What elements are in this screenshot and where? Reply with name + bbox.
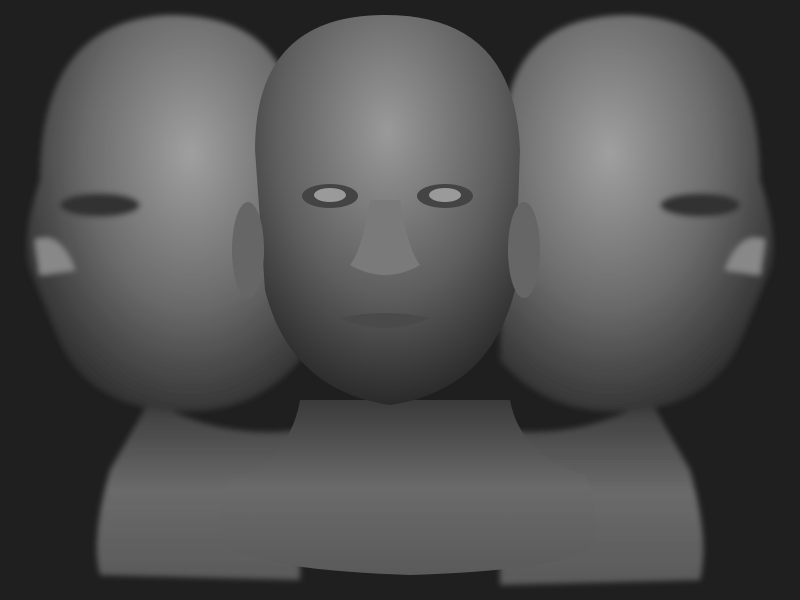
sculpt-render bbox=[0, 0, 800, 600]
heads-render bbox=[26, 15, 774, 585]
